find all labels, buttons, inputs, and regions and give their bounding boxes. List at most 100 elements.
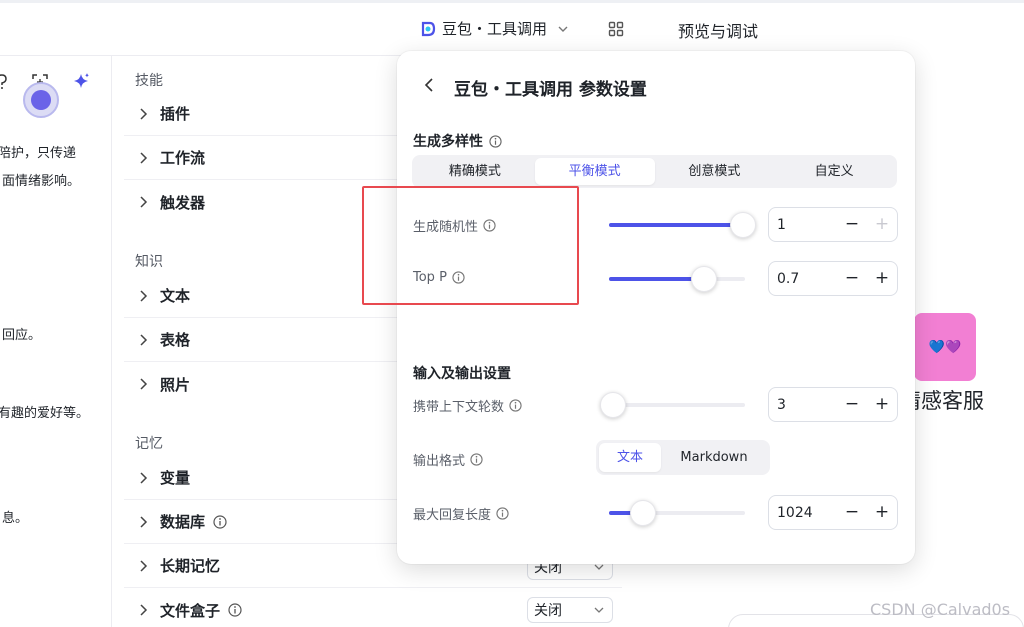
slider-fill	[609, 277, 705, 281]
persona-line: 陪护，只传递	[0, 146, 77, 161]
context-rounds-value[interactable]: 3	[769, 397, 837, 413]
format-tab-markdown[interactable]: Markdown	[661, 443, 767, 472]
chevron-right-icon	[140, 333, 148, 346]
chevron-right-icon	[140, 196, 148, 208]
increment-button[interactable]: +	[867, 496, 897, 529]
chevron-right-icon	[140, 151, 148, 164]
info-icon[interactable]	[470, 453, 483, 466]
section-title-skills: 技能	[135, 73, 163, 89]
mode-tab-custom[interactable]: 自定义	[774, 158, 894, 185]
mode-tab-balanced[interactable]: 平衡模式	[534, 158, 655, 185]
sparkle-icon[interactable]	[72, 72, 90, 90]
preview-title: 预览与调试	[678, 22, 759, 41]
param-label-text: 携带上下文轮数	[413, 400, 505, 415]
slider-handle[interactable]	[630, 500, 656, 526]
info-icon[interactable]	[213, 514, 227, 529]
skill-label: 工作流	[160, 149, 206, 167]
chevron-right-icon	[140, 378, 148, 390]
param-label-text: 最大回复长度	[413, 508, 492, 523]
diversity-title-text: 生成多样性	[413, 134, 483, 150]
model-selector[interactable]: 豆包・工具调用	[420, 18, 569, 39]
persona-panel: 陪护，只传递 面情绪影响。 回应。 有趣的爱好等。 息。	[0, 56, 112, 627]
param-label-text: 输出格式	[413, 454, 466, 469]
model-name: 豆包・工具调用	[442, 20, 548, 38]
editor-header: 豆包・工具调用	[0, 0, 650, 56]
skill-label: 触发器	[160, 193, 206, 212]
cursor-dot	[31, 90, 51, 110]
chevron-right-icon	[140, 289, 148, 302]
slider-handle[interactable]	[691, 266, 718, 292]
temperature-stepper: 1 − +	[768, 207, 898, 242]
increment-button[interactable]: +	[867, 208, 897, 241]
diversity-title: 生成多样性	[413, 131, 502, 151]
section-title-memory: 记忆	[135, 436, 163, 452]
chevron-right-icon	[140, 471, 148, 484]
info-icon[interactable]	[489, 134, 502, 148]
skill-label: 数据库	[160, 513, 206, 531]
section-title-knowledge: 知识	[135, 254, 163, 270]
skill-label: 插件	[160, 105, 191, 123]
io-settings-title-text: 输入及输出设置	[413, 366, 511, 382]
model-logo-icon	[421, 21, 436, 36]
avatar-emoji: 💙💜	[928, 339, 962, 355]
format-tab-text[interactable]: 文本	[599, 443, 661, 472]
chevron-right-icon	[140, 559, 148, 572]
mode-tab-precise[interactable]: 精确模式	[415, 158, 535, 185]
grid-icon[interactable]	[608, 21, 624, 37]
temperature-slider[interactable]	[609, 212, 756, 238]
decrement-button[interactable]: −	[837, 262, 867, 295]
chevron-right-icon	[140, 604, 148, 616]
persona-line: 面情绪影响。	[2, 174, 81, 189]
skill-label: 文件盒子	[160, 601, 221, 620]
slider-fill	[609, 223, 745, 227]
skill-label: 文本	[160, 287, 191, 305]
watermark: CSDN @Calvad0s	[870, 600, 1011, 619]
persona-line: 有趣的爱好等。	[0, 406, 90, 421]
info-icon[interactable]	[509, 399, 522, 412]
back-arrow-icon[interactable]	[423, 78, 435, 92]
file-box-select[interactable]: 关闭	[527, 597, 613, 623]
output-format-label: 输出格式	[413, 450, 483, 469]
max-length-label: 最大回复长度	[413, 504, 509, 523]
top-p-value[interactable]: 0.7	[769, 271, 837, 287]
skill-label: 变量	[160, 469, 191, 487]
slider-handle[interactable]	[600, 392, 626, 418]
top-p-slider[interactable]	[609, 266, 745, 292]
increment-button[interactable]: +	[867, 388, 897, 421]
max-length-stepper: 1024 − +	[768, 495, 898, 530]
popup-title: 豆包・工具调用 参数设置	[454, 80, 647, 100]
skill-label: 长期记忆	[160, 557, 221, 575]
info-icon[interactable]	[228, 603, 242, 617]
persona-line: 回应。	[2, 328, 42, 343]
chevron-down-icon	[558, 26, 568, 32]
decrement-button[interactable]: −	[837, 496, 867, 529]
decrement-button[interactable]: −	[837, 208, 867, 241]
info-icon[interactable]	[496, 507, 509, 520]
chevron-right-icon	[140, 515, 148, 528]
slider-handle[interactable]	[730, 212, 756, 238]
top-p-stepper: 0.7 − +	[768, 261, 898, 296]
chevron-down-icon	[594, 607, 604, 613]
temperature-value[interactable]: 1	[769, 217, 837, 233]
increment-button[interactable]: +	[867, 262, 897, 295]
max-length-value[interactable]: 1024	[769, 505, 837, 521]
skill-label: 照片	[160, 375, 191, 394]
output-format-tabs: 文本 Markdown	[596, 440, 770, 475]
persona-line: 息。	[2, 511, 29, 526]
help-icon[interactable]	[0, 74, 8, 90]
context-rounds-slider[interactable]	[600, 392, 745, 418]
chevron-right-icon	[140, 107, 148, 120]
diversity-mode-tabs: 精确模式 平衡模式 创意模式 自定义	[412, 155, 897, 188]
highlight-annotation	[362, 186, 579, 305]
io-settings-title: 输入及输出设置	[413, 363, 511, 383]
skill-label: 表格	[160, 331, 191, 349]
model-settings-popup: 豆包・工具调用 参数设置 生成多样性 精确模式 平衡模式 创意模式 自定义 生成…	[397, 51, 915, 564]
header-top-line	[0, 0, 650, 3]
decrement-button[interactable]: −	[837, 388, 867, 421]
context-rounds-label: 携带上下文轮数	[413, 396, 522, 415]
max-length-slider[interactable]	[609, 500, 745, 526]
context-rounds-stepper: 3 − +	[768, 387, 898, 422]
select-value: 关闭	[534, 603, 562, 619]
preview-top-line	[650, 0, 1024, 3]
mode-tab-creative[interactable]: 创意模式	[655, 158, 775, 185]
